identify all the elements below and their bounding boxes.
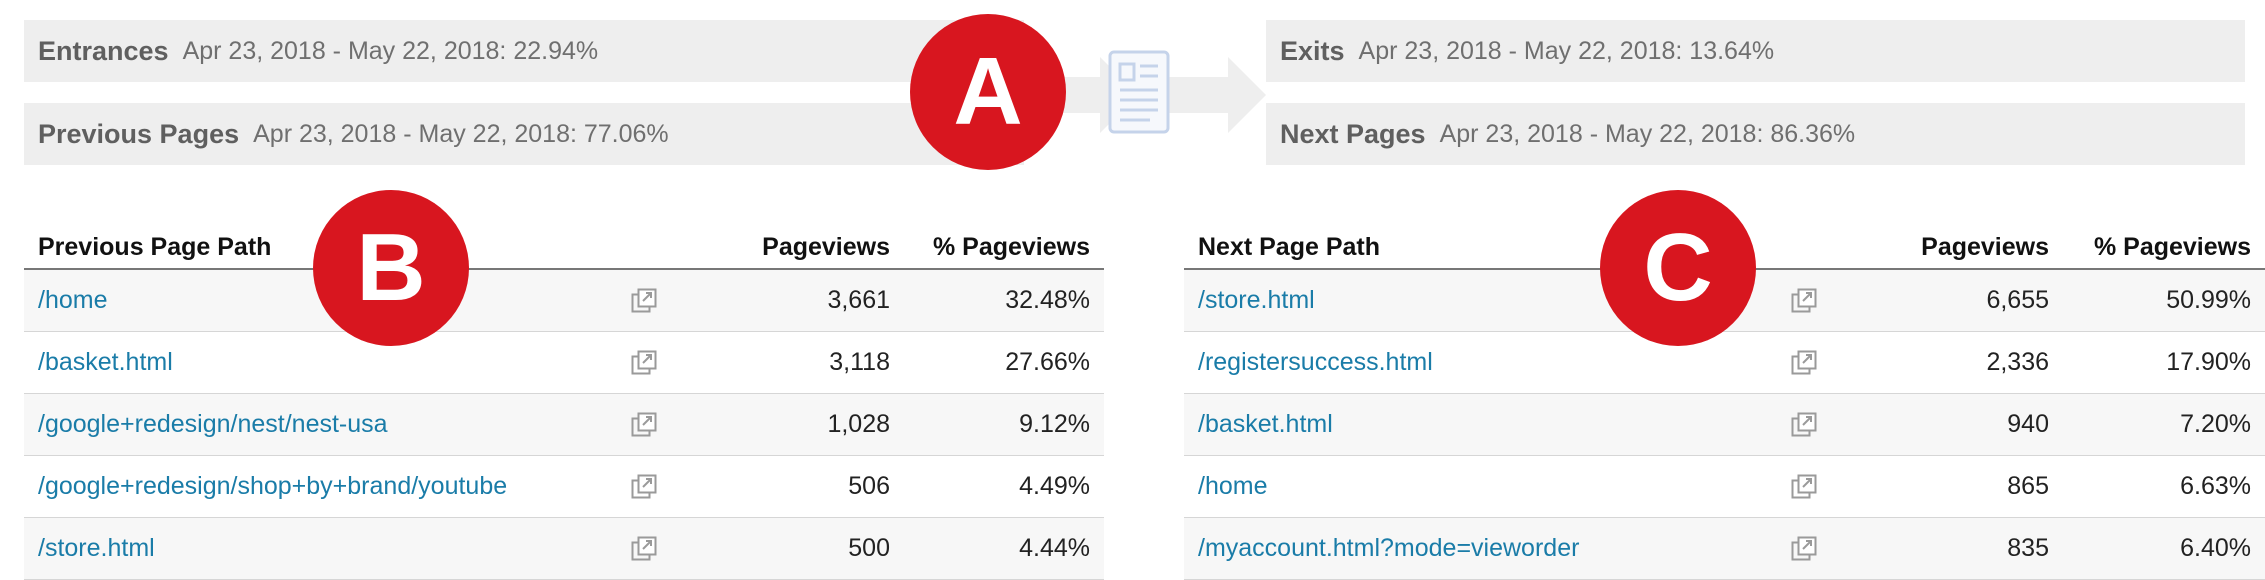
open-page-icon[interactable] [614,455,674,518]
pct-pageviews-value: 32.48% [904,269,1104,332]
badge-c: C [1600,190,1756,346]
open-page-icon[interactable] [614,269,674,332]
previous-pages-box: Previous Pages Apr 23, 2018 - May 22, 20… [24,103,1024,165]
table-header-row: Previous Page Path Pageviews % Pageviews [24,216,1104,270]
pageviews-value: 865 [1834,455,2063,518]
pageviews-value: 835 [1834,517,2063,580]
table-row: /home 865 6.63% [1184,455,2265,518]
pageviews-value: 3,661 [674,269,904,332]
pct-pageviews-value: 17.90% [2063,331,2265,394]
pageviews-value: 940 [1834,393,2063,456]
open-page-icon[interactable] [1774,269,1834,332]
pct-pageviews-value: 27.66% [904,331,1104,394]
exits-value: Apr 23, 2018 - May 22, 2018: 13.64% [1358,36,1775,65]
previous-pages-label: Previous Pages [38,118,240,149]
page-path-link[interactable]: /google+redesign/shop+by+brand/youtube [24,455,614,518]
page-path-link[interactable]: /basket.html [1184,393,1774,456]
open-page-icon[interactable] [614,517,674,580]
table-row: /home 3,661 32.48% [24,269,1104,332]
pageviews-value: 6,655 [1834,269,2063,332]
entrances-label: Entrances [38,35,169,66]
page-path-link[interactable]: /home [1184,455,1774,518]
table-row: /myaccount.html?mode=vieworder 835 6.40% [1184,517,2265,580]
pct-pageviews-value: 4.44% [904,517,1104,580]
open-page-icon[interactable] [1774,517,1834,580]
open-page-icon[interactable] [614,393,674,456]
badge-b: B [313,190,469,346]
pct-pageviews-value: 6.40% [2063,517,2265,580]
previous-page-path-table: Previous Page Path Pageviews % Pageviews… [24,216,1104,580]
next-pages-value: Apr 23, 2018 - May 22, 2018: 86.36% [1439,119,1856,148]
table-row: /basket.html 940 7.20% [1184,393,2265,456]
entrances-value: Apr 23, 2018 - May 22, 2018: 22.94% [182,36,599,65]
pageviews-value: 2,336 [1834,331,2063,394]
table-row: /store.html 500 4.44% [24,517,1104,580]
pageviews-value: 3,118 [674,331,904,394]
pct-pageviews-value: 7.20% [2063,393,2265,456]
column-header-pageviews[interactable]: Pageviews [674,216,904,270]
page-path-link[interactable]: /google+redesign/nest/nest-usa [24,393,614,456]
next-pages-box: Next Pages Apr 23, 2018 - May 22, 2018: … [1266,103,2245,165]
table-row: /google+redesign/nest/nest-usa 1,028 9.12% [24,393,1104,456]
page-path-link[interactable]: /basket.html [24,331,614,394]
open-page-icon[interactable] [614,331,674,394]
table-row: /basket.html 3,118 27.66% [24,331,1104,394]
page-path-link[interactable]: /myaccount.html?mode=vieworder [1184,517,1774,580]
next-pages-label: Next Pages [1280,118,1426,149]
pct-pageviews-value: 6.63% [2063,455,2265,518]
pct-pageviews-value: 50.99% [2063,269,2265,332]
table-row: /google+redesign/shop+by+brand/youtube 50… [24,455,1104,518]
pageviews-value: 1,028 [674,393,904,456]
pct-pageviews-value: 9.12% [904,393,1104,456]
pageviews-value: 500 [674,517,904,580]
column-header-icon [1774,216,1834,270]
previous-pages-value: Apr 23, 2018 - May 22, 2018: 77.06% [253,119,669,148]
open-page-icon[interactable] [1774,331,1834,394]
column-header-pct-pageviews[interactable]: % Pageviews [904,216,1104,270]
column-header-pct-pageviews[interactable]: % Pageviews [2063,216,2265,270]
open-page-icon[interactable] [1774,393,1834,456]
open-page-icon[interactable] [1774,455,1834,518]
column-header-pageviews[interactable]: Pageviews [1834,216,2063,270]
pageviews-value: 506 [674,455,904,518]
badge-a: A [910,14,1066,170]
exits-box: Exits Apr 23, 2018 - May 22, 2018: 13.64… [1266,20,2245,82]
table-row: /registersuccess.html 2,336 17.90% [1184,331,2265,394]
exits-label: Exits [1280,35,1345,66]
page-document-icon [1108,50,1170,134]
column-header-icon [614,216,674,270]
entrances-box: Entrances Apr 23, 2018 - May 22, 2018: 2… [24,20,1024,82]
flow-arrow-right-icon [1168,57,1266,133]
page-path-link[interactable]: /store.html [24,517,614,580]
pct-pageviews-value: 4.49% [904,455,1104,518]
